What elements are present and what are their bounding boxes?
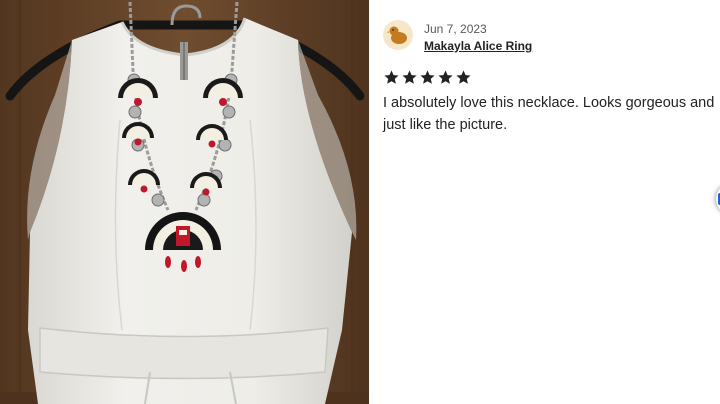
review-text: I absolutely love this necklace. Looks g… xyxy=(383,95,715,133)
review-meta: Jun 7, 2023 Makayla Alice Ring xyxy=(424,22,532,55)
review-date: Jun 7, 2023 xyxy=(424,22,487,36)
star-icon xyxy=(384,70,399,84)
star-icon xyxy=(456,70,471,84)
star-rating xyxy=(383,69,472,86)
duck-avatar-icon xyxy=(387,26,407,44)
star-icon xyxy=(402,70,417,84)
side-scroll-button[interactable] xyxy=(716,183,720,215)
dress-necklace-photo xyxy=(0,0,369,404)
review-panel: Jun 7, 2023 Makayla Alice Ring I absolut… xyxy=(369,0,720,404)
reviewer-name-link[interactable]: Makayla Alice Ring xyxy=(424,39,532,53)
star-icon xyxy=(438,70,453,84)
star-icon xyxy=(420,70,435,84)
review-photo[interactable] xyxy=(0,0,369,404)
reviewer-avatar[interactable] xyxy=(383,20,413,50)
